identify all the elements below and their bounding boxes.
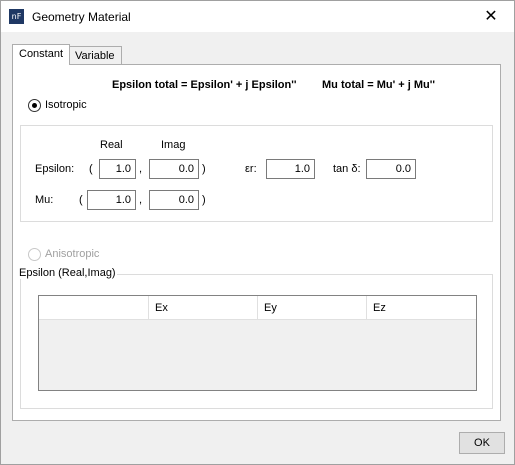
imag-column-label: Imag — [161, 139, 186, 151]
mu-label: Mu: — [35, 194, 54, 206]
column-header-ez[interactable]: Ez — [367, 296, 476, 320]
mu-imag-input[interactable]: 0.0 — [149, 190, 199, 210]
mu-open-paren: ( — [79, 194, 83, 206]
epsilon-label: Epsilon: — [35, 163, 75, 175]
epsilon-formula: Epsilon total = Epsilon' + j Epsilon'' — [112, 79, 297, 91]
app-icon: nF — [9, 9, 24, 24]
er-label: εr: — [245, 163, 257, 175]
column-header-ey[interactable]: Ey — [258, 296, 367, 320]
tab-variable[interactable]: Variable — [69, 46, 122, 66]
mu-real-input[interactable]: 1.0 — [87, 190, 136, 210]
epsilon-open-paren: ( — [89, 163, 93, 175]
table-corner-header — [39, 296, 149, 320]
epsilon-close-paren: ) — [202, 163, 206, 175]
tan-delta-label: tan δ: — [333, 163, 361, 175]
epsilon-comma: , — [139, 163, 143, 175]
dialog-window: nF Geometry Material ✕ Constant Variable… — [0, 0, 515, 465]
anisotropic-label: Anisotropic — [45, 248, 100, 260]
mu-formula: Mu total = Mu' + j Mu'' — [322, 79, 435, 91]
epsilon-imag-input[interactable]: 0.0 — [149, 159, 199, 179]
window-title: Geometry Material — [32, 10, 131, 24]
epsilon-tensor-group-label: Epsilon (Real,Imag) — [18, 267, 117, 279]
anisotropic-radio[interactable] — [28, 248, 41, 261]
mu-close-paren: ) — [202, 194, 206, 206]
ok-button[interactable]: OK — [459, 432, 505, 454]
title-bar: nF Geometry Material ✕ — [1, 1, 514, 32]
table-header-row: Ex Ey Ez — [39, 296, 476, 320]
isotropic-radio[interactable] — [28, 99, 41, 112]
epsilon-real-input[interactable]: 1.0 — [99, 159, 136, 179]
epsilon-tensor-table[interactable]: Ex Ey Ez — [38, 295, 477, 391]
isotropic-label: Isotropic — [45, 99, 87, 111]
close-button[interactable]: ✕ — [468, 1, 514, 32]
tab-constant[interactable]: Constant — [12, 44, 71, 65]
column-header-ex[interactable]: Ex — [149, 296, 258, 320]
real-column-label: Real — [100, 139, 123, 151]
mu-comma: , — [139, 194, 143, 206]
er-input[interactable]: 1.0 — [266, 159, 315, 179]
tan-delta-input[interactable]: 0.0 — [366, 159, 416, 179]
